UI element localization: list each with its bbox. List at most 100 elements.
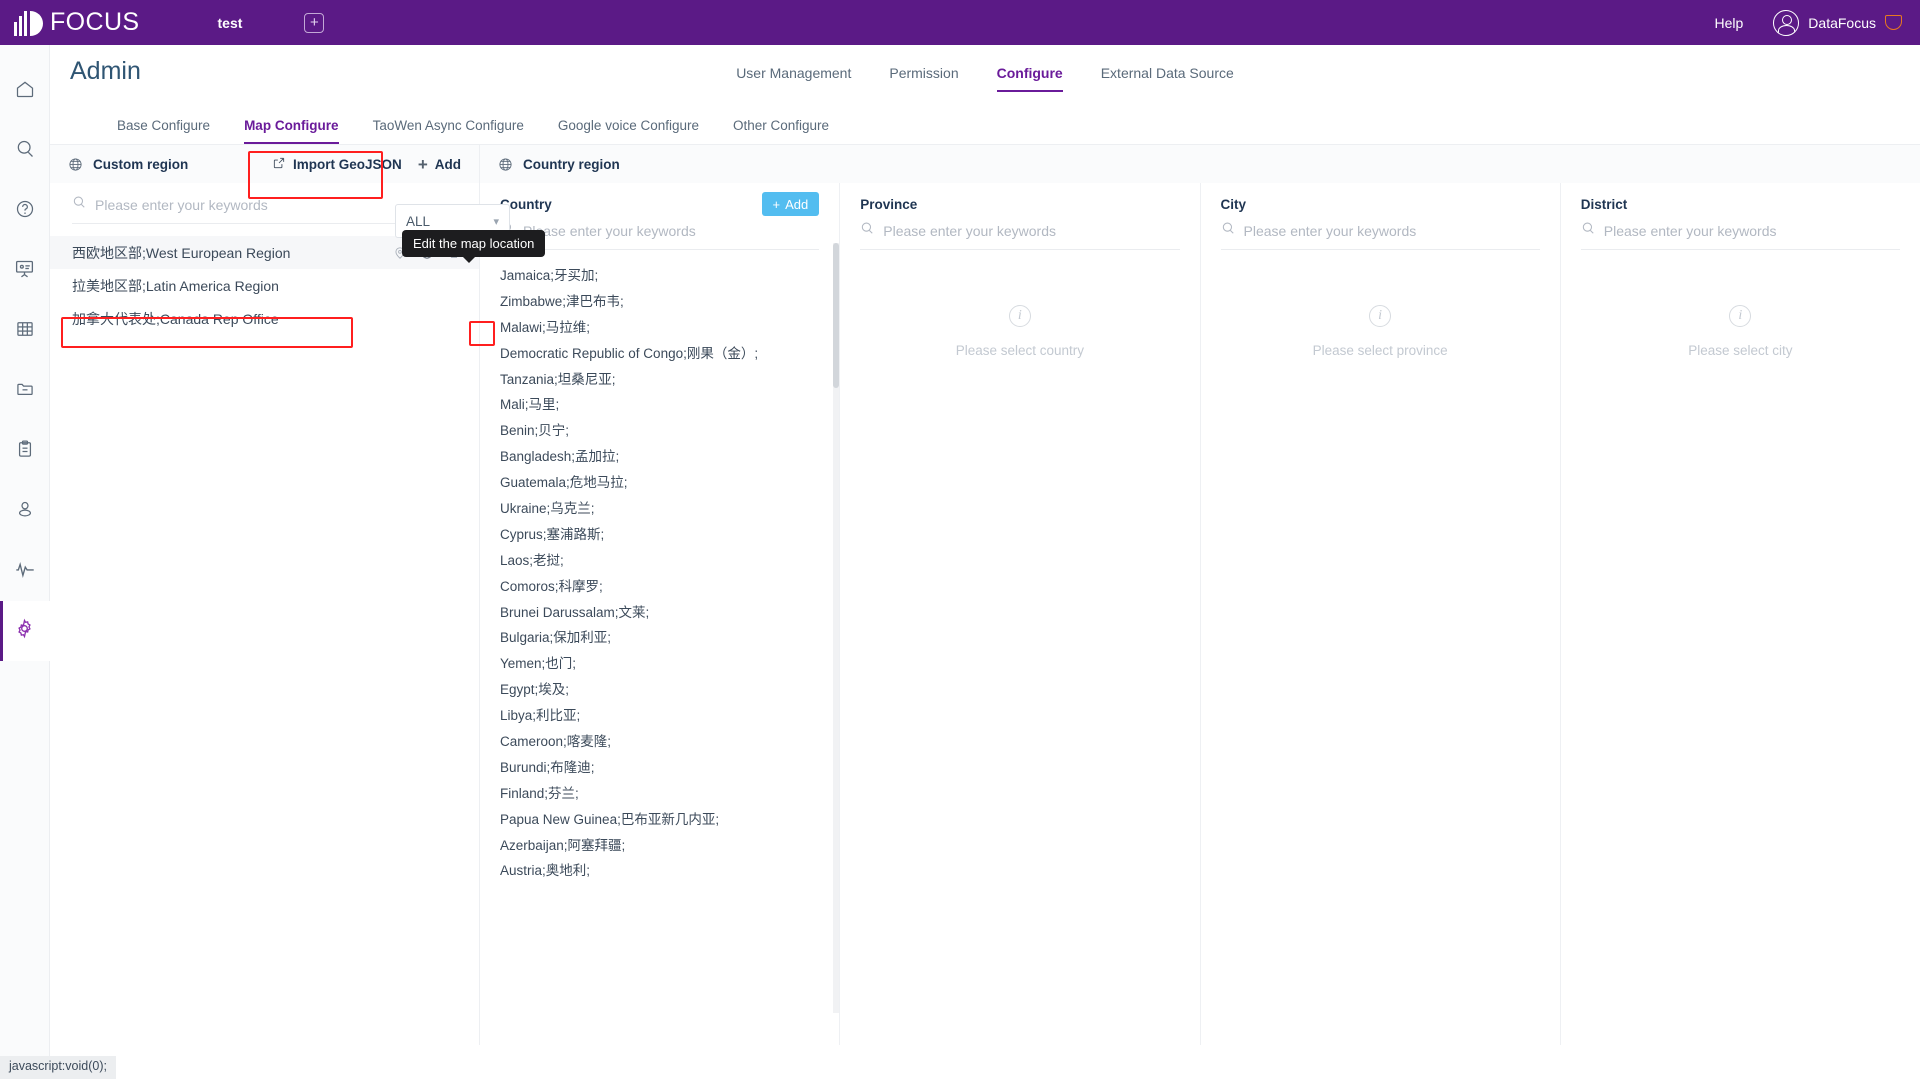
province-search-input[interactable]: Please enter your keywords: [860, 221, 1180, 250]
import-geojson-button[interactable]: Import GeoJSON: [272, 156, 402, 173]
page-title: Admin: [70, 57, 141, 85]
city-empty-text: Please select province: [1312, 343, 1448, 358]
city-search-input[interactable]: Please enter your keywords: [1220, 221, 1540, 250]
presentation-icon: [14, 258, 35, 284]
list-item[interactable]: Tanzania;坦桑尼亚;: [500, 367, 819, 393]
focus-logo-icon: [14, 10, 43, 36]
workbook-tab-test[interactable]: test: [218, 15, 243, 31]
country-region-columns: Country + Add Please enter your keywords: [480, 183, 1920, 1045]
sidebar-item-folder[interactable]: [0, 361, 50, 421]
subtab-taowen-async-configure[interactable]: TaoWen Async Configure: [356, 118, 541, 144]
import-icon: [272, 156, 286, 173]
list-item[interactable]: 加拿大代表处;Canada Rep Office: [50, 302, 479, 335]
list-item[interactable]: Laos;老挝;: [500, 548, 819, 574]
left-rail-nav: [0, 45, 50, 1079]
custom-region-search-placeholder: Please enter your keywords: [95, 196, 268, 213]
add-region-button[interactable]: + Add: [418, 156, 461, 173]
sidebar-item-home[interactable]: [0, 61, 50, 121]
district-search-placeholder: Please enter your keywords: [1603, 222, 1777, 239]
gear-icon: [14, 618, 35, 644]
list-item[interactable]: 拉美地区部;Latin America Region: [50, 269, 479, 302]
list-item[interactable]: Libya;利比亚;: [500, 703, 819, 729]
list-item[interactable]: Azerbaijan;阿塞拜疆;: [500, 833, 819, 859]
sidebar-item-monitor[interactable]: [0, 541, 50, 601]
list-item[interactable]: Comoros;科摩罗;: [500, 574, 819, 600]
status-bar: javascript:void(0);: [0, 1056, 116, 1079]
configure-panels: Custom region Import GeoJSON + Add Pleas…: [50, 145, 1920, 1045]
country-search-placeholder: Please enter your keywords: [523, 222, 696, 239]
app-logo[interactable]: FOCUS: [14, 8, 140, 37]
country-scrollbar[interactable]: [833, 243, 840, 1013]
list-item[interactable]: Cyprus;塞浦路斯;: [500, 522, 819, 548]
country-region-panel: Country region Country + Add Please ente…: [480, 145, 1920, 1045]
list-item[interactable]: Zimbabwe;津巴布韦;: [500, 289, 819, 315]
list-item[interactable]: Malawi;马拉维;: [500, 315, 819, 341]
sidebar-item-table[interactable]: [0, 301, 50, 361]
list-item[interactable]: Democratic Republic of Congo;刚果（金）;: [500, 341, 819, 367]
globe-icon: [498, 157, 513, 172]
list-item[interactable]: Bulgaria;保加利亚;: [500, 625, 819, 651]
home-icon: [15, 79, 35, 104]
sidebar-item-help[interactable]: [0, 181, 50, 241]
info-circle-icon: i: [1729, 305, 1752, 327]
list-item[interactable]: Jamaica;牙买加;: [500, 263, 819, 289]
sidebar-item-user[interactable]: [0, 481, 50, 541]
tab-user-management[interactable]: User Management: [736, 65, 851, 92]
list-item[interactable]: Bangladesh;孟加拉;: [500, 444, 819, 470]
subtab-google-voice-configure[interactable]: Google voice Configure: [541, 118, 716, 144]
list-item[interactable]: Brunei Darussalam;文莱;: [500, 600, 819, 626]
plus-icon: +: [772, 196, 781, 212]
district-empty-text: Please select city: [1688, 343, 1793, 358]
sidebar-item-clipboard[interactable]: [0, 421, 50, 481]
subtab-base-configure[interactable]: Base Configure: [100, 118, 227, 144]
city-search-placeholder: Please enter your keywords: [1243, 222, 1417, 239]
search-icon: [860, 221, 874, 240]
column-title-district: District: [1580, 196, 1628, 212]
user-menu[interactable]: DataFocus: [1773, 9, 1902, 36]
chevron-down-icon: ▾: [493, 215, 499, 228]
list-item[interactable]: Burundi;布隆迪;: [500, 755, 819, 781]
add-tab-icon[interactable]: +: [304, 12, 325, 33]
add-country-label: Add: [785, 196, 809, 212]
district-search-input[interactable]: Please enter your keywords: [1580, 221, 1900, 250]
subtab-other-configure[interactable]: Other Configure: [716, 118, 846, 144]
sidebar-item-board[interactable]: [0, 241, 50, 301]
main-content: Admin User Management Permission Configu…: [50, 45, 1920, 1079]
district-empty-state: i Please select city: [1581, 250, 1900, 358]
sidebar-item-settings[interactable]: [0, 601, 50, 661]
region-item-label: 加拿大代表处;Canada Rep Office: [72, 310, 279, 327]
column-title-province: Province: [860, 196, 918, 212]
list-item[interactable]: Papua New Guinea;巴布亚新几内亚;: [500, 807, 819, 833]
list-item[interactable]: Ukraine;乌克兰;: [500, 496, 819, 522]
add-country-button[interactable]: + Add: [761, 192, 820, 216]
country-region-title: Country region: [523, 156, 620, 172]
page-header: Admin User Management Permission Configu…: [50, 45, 1920, 103]
question-circle-icon: [15, 199, 35, 224]
list-item[interactable]: Cameroon;喀麦隆;: [500, 729, 819, 755]
list-item[interactable]: Egypt;埃及;: [500, 677, 819, 703]
grid-table-icon: [15, 319, 35, 344]
list-item[interactable]: Mali;马里;: [500, 392, 819, 418]
list-item[interactable]: Benin;贝宁;: [500, 418, 819, 444]
list-item[interactable]: Austria;奥地利;: [500, 858, 819, 884]
user-name: DataFocus: [1808, 14, 1876, 31]
tab-permission[interactable]: Permission: [889, 65, 958, 92]
clipboard-icon: [15, 439, 35, 464]
subtab-map-configure[interactable]: Map Configure: [227, 118, 356, 144]
sidebar-item-search[interactable]: [0, 121, 50, 181]
help-link[interactable]: Help: [1715, 15, 1744, 31]
search-icon: [1221, 221, 1235, 240]
tab-configure[interactable]: Configure: [996, 65, 1063, 92]
country-list[interactable]: Jamaica;牙买加; Zimbabwe;津巴布韦; Malawi;马拉维; …: [500, 250, 819, 1050]
folder-minus-icon: [15, 379, 35, 404]
add-region-label: Add: [434, 156, 461, 172]
user-avatar-icon: [1773, 9, 1800, 36]
country-scrollbar-thumb[interactable]: [833, 243, 840, 388]
country-search-input[interactable]: Please enter your keywords: [500, 221, 820, 250]
caret-badge-icon: [1885, 15, 1902, 30]
main-tab-bar: User Management Permission Configure Ext…: [50, 45, 1920, 92]
list-item[interactable]: Yemen;也门;: [500, 651, 819, 677]
list-item[interactable]: Finland;芬兰;: [500, 781, 819, 807]
list-item[interactable]: Guatemala;危地马拉;: [500, 470, 819, 496]
tab-external-data-source[interactable]: External Data Source: [1101, 65, 1234, 92]
